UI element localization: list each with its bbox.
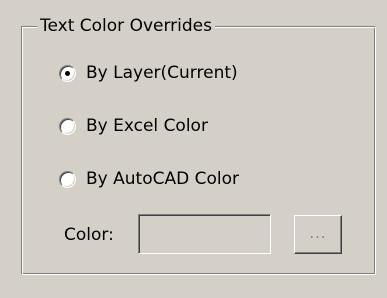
radio-unselected-icon[interactable] xyxy=(59,117,76,135)
radio-by-layer[interactable]: By Layer(Current) xyxy=(59,61,238,85)
radio-unselected-icon[interactable] xyxy=(59,170,76,188)
radio-label-by-excel-color: By Excel Color xyxy=(86,116,208,136)
radio-by-excel-color[interactable]: By Excel Color xyxy=(59,114,208,138)
radio-label-by-layer: By Layer(Current) xyxy=(86,63,238,83)
color-label: Color: xyxy=(64,225,114,245)
text-color-overrides-panel: Text Color Overrides By Layer(Current) B… xyxy=(0,0,387,298)
group-title: Text Color Overrides xyxy=(37,15,215,37)
radio-selected-icon[interactable] xyxy=(59,64,76,82)
radio-label-by-autocad-color: By AutoCAD Color xyxy=(86,169,239,189)
color-browse-button: ... xyxy=(294,215,342,254)
radio-by-autocad-color[interactable]: By AutoCAD Color xyxy=(59,167,239,191)
color-field xyxy=(138,214,271,254)
